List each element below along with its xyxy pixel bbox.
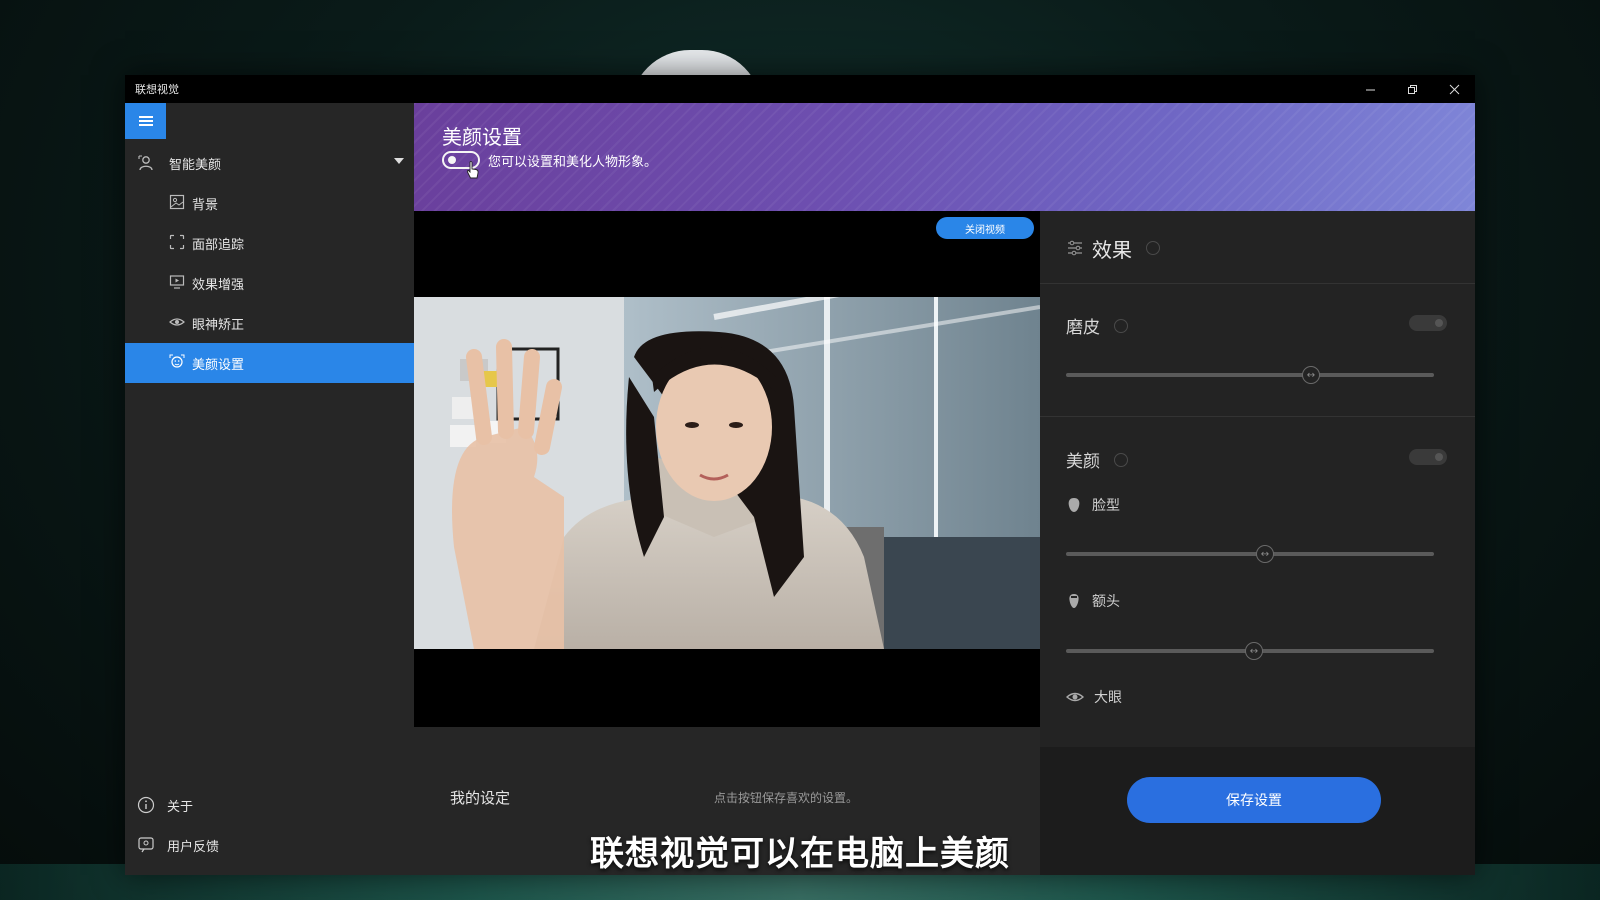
camera-preview-image	[414, 297, 1040, 649]
window-title: 联想视觉	[135, 83, 179, 96]
about-label: 关于	[167, 799, 194, 815]
toggle-knob	[1435, 319, 1443, 327]
sidebar-item-beauty-settings[interactable]: 美颜设置	[125, 343, 414, 383]
forehead-row: 额头	[1066, 591, 1120, 611]
sidebar-group-label: 智能美颜	[169, 157, 222, 173]
eye-icon	[1066, 692, 1084, 702]
slider-thumb[interactable]: ↔	[1256, 545, 1274, 563]
camera-preview	[414, 297, 1040, 649]
sidebar-item-label: 面部追踪	[192, 237, 245, 253]
app-window: 联想视觉 智能美颜 背景 面部追踪 效果增强 眼神矫正 美颜设置 关于 用户反馈…	[125, 75, 1475, 875]
forehead-label: 额头	[1092, 594, 1120, 610]
restore-icon[interactable]	[1391, 75, 1433, 103]
mouse-cursor-icon	[466, 161, 479, 179]
face-shape-label: 脸型	[1092, 498, 1120, 514]
sidebar-item-label: 美颜设置	[192, 357, 245, 373]
sliders-icon	[1068, 240, 1082, 256]
divider	[1040, 283, 1475, 284]
sidebar-item-enhance[interactable]: 效果增强	[125, 263, 414, 303]
sidebar-item-face-tracking[interactable]: 面部追踪	[125, 223, 414, 263]
person-icon	[138, 155, 153, 171]
my-settings-title: 我的设定	[450, 789, 511, 807]
chevron-down-icon	[394, 158, 404, 164]
smoothing-toggle[interactable]	[1409, 315, 1447, 331]
help-icon[interactable]	[1114, 452, 1128, 467]
beauty-icon	[169, 354, 185, 368]
sidebar-item-label: 眼神矫正	[192, 317, 245, 333]
divider	[1040, 416, 1475, 417]
sidebar-item-about[interactable]: 关于	[125, 785, 414, 825]
sidebar-item-label: 效果增强	[192, 277, 245, 293]
page-title: 美颜设置	[442, 125, 522, 149]
toggle-knob	[448, 156, 456, 164]
hamburger-menu-button[interactable]	[125, 103, 166, 139]
sidebar-item-label: 背景	[192, 197, 219, 213]
help-icon[interactable]	[1146, 241, 1160, 255]
big-eyes-label: 大眼	[1094, 690, 1122, 706]
forehead-icon	[1069, 594, 1079, 608]
slider-thumb[interactable]: ↔	[1245, 642, 1263, 660]
window-controls	[1349, 75, 1475, 103]
smoothing-label: 磨皮	[1066, 318, 1100, 338]
sidebar: 智能美颜 背景 面部追踪 效果增强 眼神矫正 美颜设置 关于 用户反馈	[125, 103, 414, 875]
sidebar-item-background[interactable]: 背景	[125, 183, 414, 223]
smoothing-slider[interactable]: ↔	[1066, 366, 1434, 384]
effects-panel: 效果 磨皮 ↔ 美颜 脸型 ↔ 额头 ↔ 大眼	[1040, 211, 1475, 747]
image-icon	[169, 194, 185, 210]
slider-thumb[interactable]: ↔	[1302, 366, 1320, 384]
face-tracking-icon	[169, 234, 185, 250]
video-preview-area: 关闭视频	[414, 211, 1040, 727]
beauty-toggle[interactable]	[1409, 449, 1447, 465]
sidebar-group-smart-beauty[interactable]: 智能美颜	[125, 143, 414, 183]
forehead-slider[interactable]: ↔	[1066, 642, 1434, 660]
header-description: 您可以设置和美化人物形象。	[488, 155, 658, 170]
smoothing-section: 磨皮	[1066, 313, 1128, 338]
info-icon	[137, 796, 155, 814]
close-icon[interactable]	[1433, 75, 1475, 103]
effects-title: 效果	[1092, 237, 1132, 262]
page-header: 美颜设置 您可以设置和美化人物形象。	[414, 103, 1475, 211]
hamburger-icon	[138, 120, 153, 122]
close-video-button[interactable]: 关闭视频	[936, 217, 1034, 239]
my-settings-hint: 点击按钮保存喜欢的设置。	[714, 791, 859, 805]
face-shape-icon	[1068, 498, 1080, 512]
sidebar-item-eye-correction[interactable]: 眼神矫正	[125, 303, 414, 343]
face-shape-slider[interactable]: ↔	[1066, 545, 1434, 563]
effects-header: 效果	[1066, 233, 1160, 263]
beauty-section: 美颜	[1066, 447, 1128, 472]
save-settings-button[interactable]: 保存设置	[1127, 777, 1381, 823]
help-icon[interactable]	[1114, 318, 1128, 333]
monitor-icon	[169, 275, 185, 289]
eye-icon	[169, 318, 185, 326]
video-caption: 联想视觉可以在电脑上美颜	[590, 834, 1010, 874]
beauty-label: 美颜	[1066, 452, 1100, 472]
face-shape-row: 脸型	[1066, 495, 1120, 515]
toggle-knob	[1435, 453, 1443, 461]
minimize-icon[interactable]	[1349, 75, 1391, 103]
title-bar: 联想视觉	[125, 75, 1475, 103]
big-eyes-row: 大眼	[1066, 687, 1122, 707]
